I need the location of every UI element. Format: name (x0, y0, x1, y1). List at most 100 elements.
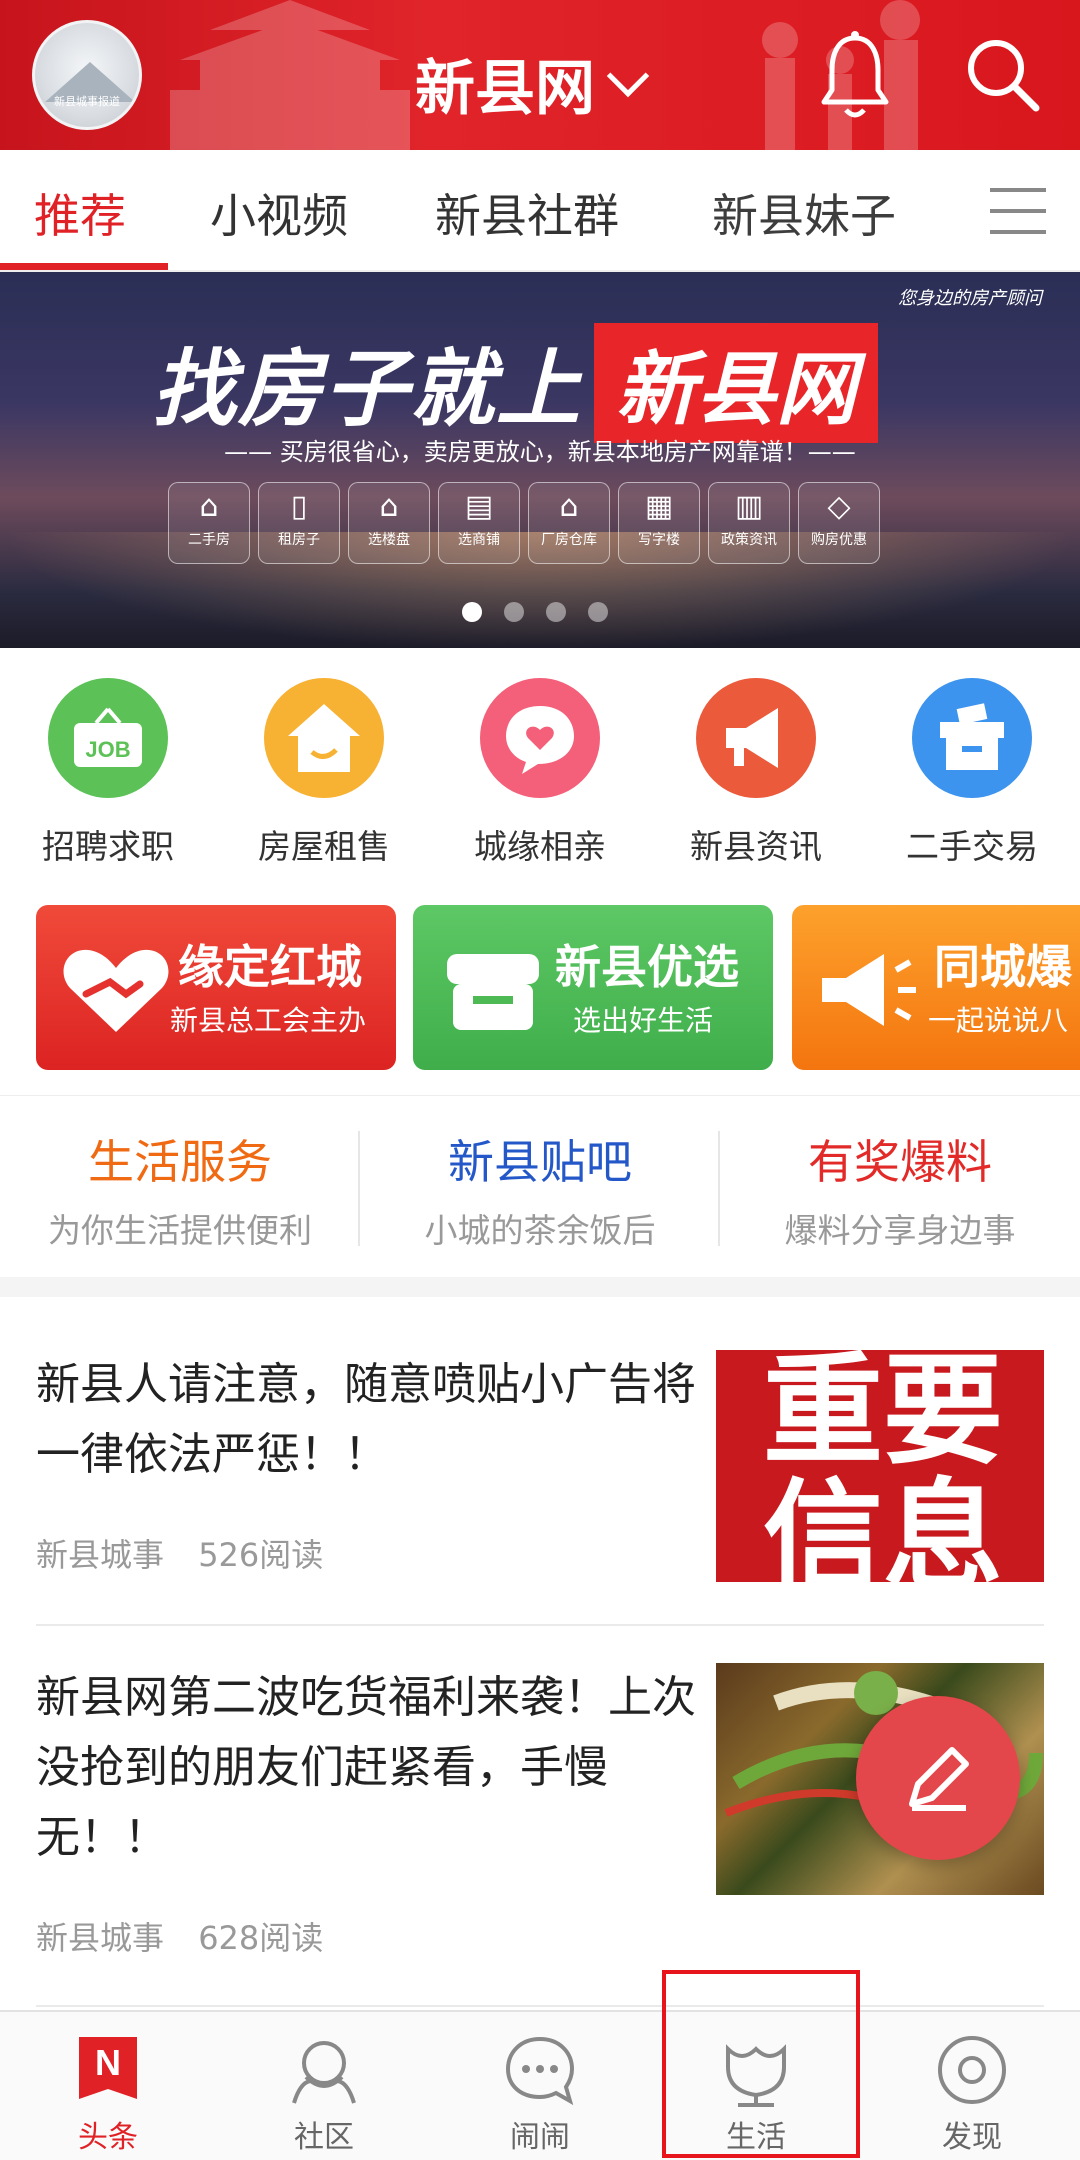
carousel-dot[interactable] (462, 602, 482, 622)
promo-card-shopping[interactable]: 新县优选 选出好生活 (413, 905, 773, 1070)
promo-title: 同城爆 (934, 940, 1072, 994)
quick-link-second-hand[interactable]: 二手交易 (887, 678, 1057, 868)
feed-divider (36, 1624, 1044, 1626)
news-thumbnail: 重要 信息 (716, 1350, 1044, 1582)
bell-icon[interactable] (820, 30, 890, 120)
nav-label: 发现 (942, 2120, 1002, 2155)
housing-banner[interactable]: 您身边的房产顾问 找房子就上 新县网 —— 买房很省心，卖房更放心，新县本地房产… (0, 272, 1080, 648)
banner-icon-row: ⌂ 二手房 ▯ 租房子 ⌂ 选楼盘 ▤ 选商铺 ⌂ 厂房仓库 ▦ 写字楼 ▥ 政策资讯 ◇ 购房… (168, 482, 880, 564)
feature-sections: 生活服务 为你生活提供便利 新县贴吧 小城的茶余饭后 有奖爆料 爆料分享身边事 (0, 1095, 1080, 1277)
quick-link-jobs[interactable]: JOB 招聘求职 (23, 678, 193, 868)
banner-headline: 找房子就上 新县网 (152, 322, 879, 443)
section-subtitle: 为你生活提供便利 (48, 1211, 312, 1250)
news-reads: 628阅读 (198, 1919, 324, 1957)
news-reads: 526阅读 (198, 1536, 324, 1574)
feed-divider (36, 2005, 1044, 2007)
news-meta: 新县城事 526阅读 (36, 1530, 347, 1576)
chevron-down-icon (606, 54, 650, 97)
community-icon (284, 2030, 364, 2110)
quick-link-dating[interactable]: 城缘相亲 (455, 678, 625, 868)
tab-community-group[interactable]: 新县社群 (435, 180, 619, 246)
shop-icon: ▤ (464, 489, 494, 524)
section-forum[interactable]: 新县贴吧 小城的茶余饭后 (360, 1126, 720, 1252)
quick-links: JOB 招聘求职 房屋租售 城缘相亲 新县资讯 二手交易 (0, 648, 1080, 873)
section-subtitle: 小城的茶余饭后 (424, 1211, 656, 1250)
banner-item-used-house[interactable]: ⌂ 二手房 (168, 482, 250, 564)
eye-icon (932, 2030, 1012, 2110)
promo-card-local-gossip[interactable]: 同城爆 一起说说八 (792, 905, 1080, 1070)
news-title: 新县网第二波吃货福利来袭！上次没抢到的朋友们赶紧看，手慢无！！ (36, 1672, 696, 1863)
news-meta: 新县城事 628阅读 (36, 1913, 347, 1959)
svg-text:JOB: JOB (85, 737, 130, 762)
promo-subtitle: 选出好生活 (573, 1004, 714, 1037)
warehouse-icon: ⌂ (559, 489, 579, 524)
promo-subtitle: 新县总工会主办 (170, 1004, 367, 1037)
promo-cards: 缘定红城 新县总工会主办 新县优选 选出好生活 同城爆 一起说说八 (0, 873, 1080, 1095)
news-feed: 新县人请注意，随意喷贴小广告将一律依法严惩！！ 新县城事 526阅读 重要 信息… (0, 1297, 1080, 2010)
tag-icon: ◇ (827, 489, 851, 524)
nav-chat[interactable]: 闹闹 (432, 2012, 648, 2160)
home-icon: ⌂ (379, 489, 399, 524)
pencil-icon (909, 1747, 969, 1811)
section-title: 有奖爆料 (808, 1135, 992, 1189)
banner-subline: —— 买房很省心，卖房更放心，新县本地房产网靠谱！—— (224, 438, 856, 466)
office-icon: ▦ (644, 489, 674, 524)
highlight-box (662, 1970, 860, 2158)
banner-item-policy[interactable]: ▥ 政策资讯 (708, 482, 790, 564)
heart-chat-icon (480, 678, 600, 798)
banner-headline-brand: 新县网 (594, 322, 879, 443)
megaphone-icon (696, 678, 816, 798)
section-title: 新县贴吧 (448, 1135, 632, 1189)
nav-headlines[interactable]: N 头条 (0, 2012, 216, 2160)
section-life-services[interactable]: 生活服务 为你生活提供便利 (0, 1126, 360, 1252)
heart-handshake-icon (63, 949, 169, 1032)
quick-link-news[interactable]: 新县资讯 (671, 678, 841, 868)
house-icon (264, 678, 384, 798)
nav-discover[interactable]: 发现 (864, 2012, 1080, 2160)
app-header: 新县城事报道 新县网 (0, 0, 1080, 150)
quick-link-housing[interactable]: 房屋租售 (239, 678, 409, 868)
banner-item-shops[interactable]: ▤ 选商铺 (438, 482, 520, 564)
user-avatar[interactable]: 新县城事报道 (32, 20, 142, 130)
headlines-icon: N (68, 2030, 148, 2110)
carousel-dot[interactable] (546, 602, 566, 622)
tab-recommend[interactable]: 推荐 (34, 180, 126, 246)
city-selector[interactable]: 新县网 (415, 40, 650, 127)
section-title: 生活服务 (88, 1135, 272, 1189)
active-tab-indicator (0, 263, 168, 270)
tab-local-girls[interactable]: 新县妹子 (712, 180, 896, 246)
avatar-caption: 新县城事报道 (54, 95, 120, 108)
nav-label: 社区 (294, 2120, 354, 2155)
carousel-dots (462, 602, 608, 622)
news-source: 新县城事 (36, 1919, 165, 1957)
banner-headline-main: 找房子就上 (152, 340, 583, 438)
carousel-dot[interactable] (504, 602, 524, 622)
banner-item-rent[interactable]: ▯ 租房子 (258, 482, 340, 564)
site-title-text: 新县网 (415, 54, 595, 124)
tiananmen-decoration (170, 0, 410, 150)
bottom-nav: N 头条 社区 闹闹 生活 发现 (0, 2010, 1080, 2160)
tab-short-video[interactable]: 小视频 (210, 180, 348, 246)
nav-label: 头条 (78, 2120, 138, 2155)
banner-item-warehouse[interactable]: ⌂ 厂房仓库 (528, 482, 610, 564)
store-icon (447, 954, 539, 1030)
news-item[interactable]: 新县人请注意，随意喷贴小广告将一律依法严惩！！ 新县城事 526阅读 重要 信息 (36, 1350, 1044, 1610)
job-icon: JOB (48, 678, 168, 798)
promo-card-dating-event[interactable]: 缘定红城 新县总工会主办 (36, 905, 396, 1070)
news-title: 新县人请注意，随意喷贴小广告将一律依法严惩！！ (36, 1359, 696, 1480)
chat-bubble-icon (500, 2030, 580, 2110)
menu-icon[interactable] (990, 188, 1046, 236)
promo-title: 缘定红城 (178, 940, 362, 994)
banner-item-office[interactable]: ▦ 写字楼 (618, 482, 700, 564)
banner-item-new-homes[interactable]: ⌂ 选楼盘 (348, 482, 430, 564)
compose-button[interactable] (856, 1696, 1020, 1860)
nav-community[interactable]: 社区 (216, 2012, 432, 2160)
carousel-dot[interactable] (588, 602, 608, 622)
search-icon[interactable] (962, 34, 1042, 114)
policy-icon: ▥ (734, 489, 764, 524)
news-source: 新县城事 (36, 1536, 165, 1574)
section-tips[interactable]: 有奖爆料 爆料分享身边事 (720, 1126, 1080, 1252)
house-icon: ⌂ (199, 489, 219, 524)
svg-text:N: N (95, 2042, 121, 2083)
banner-item-discount[interactable]: ◇ 购房优惠 (798, 482, 880, 564)
